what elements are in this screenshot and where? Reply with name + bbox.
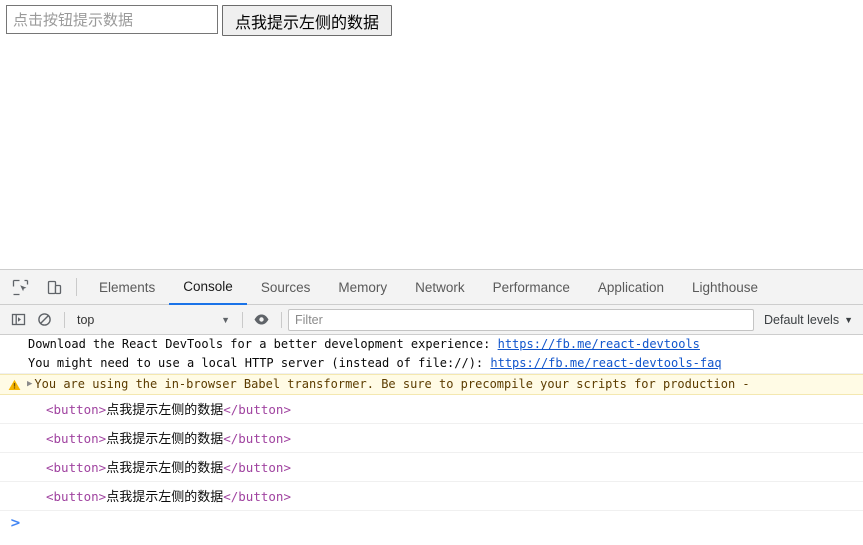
console-message-list[interactable]: Download the React DevTools for a better…	[0, 335, 863, 544]
clear-console-icon[interactable]	[32, 308, 56, 332]
open-tag-3: <button>	[46, 460, 107, 475]
console-message-element-4[interactable]: <button>点我提示左侧的数据</button>	[0, 482, 863, 511]
react-devtools-link-1[interactable]: https://fb.me/react-devtools	[498, 337, 700, 351]
show-data-button[interactable]: 点我提示左侧的数据	[222, 5, 393, 36]
tab-lighthouse[interactable]: Lighthouse	[678, 270, 772, 305]
tab-network[interactable]: Network	[401, 270, 479, 305]
toolbar-divider	[76, 278, 77, 296]
console-prompt[interactable]: >	[0, 511, 863, 535]
warning-triangle-icon	[8, 379, 21, 391]
console-message-element-1[interactable]: <button>点我提示左侧的数据</button>	[0, 395, 863, 424]
tab-memory[interactable]: Memory	[324, 270, 401, 305]
console-message-react-devtools[interactable]: Download the React DevTools for a better…	[0, 335, 863, 374]
devtools-panel: Elements Console Sources Memory Network …	[0, 269, 863, 545]
expand-arrow-icon[interactable]: ▶	[27, 374, 32, 395]
react-devtools-text-2: You might need to use a local HTTP serve…	[28, 356, 491, 370]
devtools-tabbar: Elements Console Sources Memory Network …	[0, 270, 863, 305]
page-controls: 点我提示左侧的数据	[6, 5, 393, 36]
react-devtools-line-1: Download the React DevTools for a better…	[0, 335, 863, 354]
devtools-tab-list: Elements Console Sources Memory Network …	[85, 270, 772, 305]
log-levels-label: Default levels	[764, 312, 840, 327]
execution-context-value: top	[77, 312, 95, 327]
close-tag-3: </button>	[223, 460, 291, 475]
toolbar-divider-4	[281, 311, 282, 328]
toolbar-divider-3	[242, 311, 243, 328]
element-text-1: 点我提示左侧的数据	[106, 403, 224, 418]
log-levels-dropdown[interactable]: Default levels ▼	[764, 313, 853, 327]
data-input[interactable]	[6, 5, 218, 34]
console-sidebar-icon[interactable]	[6, 308, 30, 332]
toolbar-divider-2	[64, 311, 65, 328]
react-devtools-line-2: You might need to use a local HTTP serve…	[0, 354, 863, 373]
console-message-element-2[interactable]: <button>点我提示左侧的数据</button>	[0, 424, 863, 453]
react-devtools-link-2[interactable]: https://fb.me/react-devtools-faq	[490, 356, 721, 370]
live-expression-eye-icon[interactable]	[249, 308, 273, 332]
console-message-element-3[interactable]: <button>点我提示左侧的数据</button>	[0, 453, 863, 482]
console-toolbar: top ▼ Default levels ▼	[0, 305, 863, 335]
inspect-element-icon[interactable]	[6, 273, 34, 301]
close-tag-4: </button>	[223, 489, 291, 504]
console-filter-input[interactable]	[288, 308, 755, 331]
tab-elements[interactable]: Elements	[85, 270, 169, 305]
chevron-down-icon: ▼	[221, 314, 230, 325]
execution-context-select[interactable]: top ▼	[71, 309, 236, 331]
close-tag-2: </button>	[223, 431, 291, 446]
open-tag-2: <button>	[46, 431, 107, 446]
open-tag-1: <button>	[46, 402, 107, 417]
element-text-4: 点我提示左侧的数据	[106, 490, 224, 505]
device-toolbar-icon[interactable]	[40, 273, 68, 301]
tab-performance[interactable]: Performance	[479, 270, 584, 305]
tab-sources[interactable]: Sources	[247, 270, 325, 305]
element-text-3: 点我提示左侧的数据	[106, 461, 224, 476]
chevron-down-icon-levels: ▼	[844, 314, 853, 325]
warning-message-text: You are using the in-browser Babel trans…	[34, 377, 750, 391]
open-tag-4: <button>	[46, 489, 107, 504]
prompt-caret-icon: >	[10, 515, 21, 531]
element-text-2: 点我提示左侧的数据	[106, 432, 224, 447]
react-devtools-text-1: Download the React DevTools for a better…	[28, 337, 498, 351]
close-tag-1: </button>	[223, 402, 291, 417]
tab-console[interactable]: Console	[169, 270, 247, 305]
tab-application[interactable]: Application	[584, 270, 678, 305]
web-page-content: 点我提示左侧的数据	[0, 0, 863, 269]
browser-window: 点我提示左侧的数据 Elements Console S	[0, 0, 863, 545]
console-message-warning[interactable]: ▶ You are using the in-browser Babel tra…	[0, 374, 863, 395]
